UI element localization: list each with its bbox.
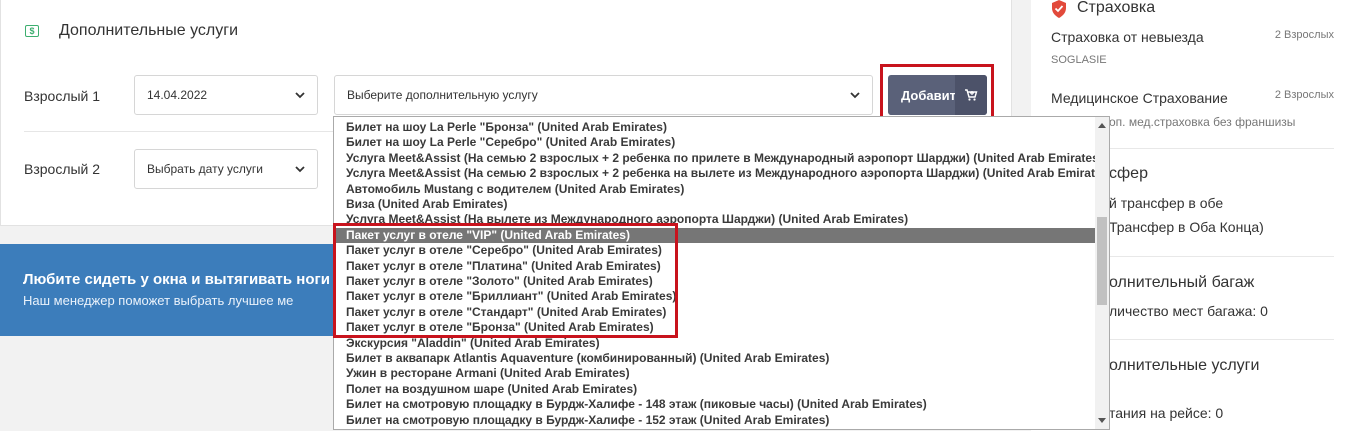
date-select-1[interactable]: 14.04.2022 [134, 75, 318, 115]
service-dropdown-list[interactable]: Билет на шоу La Perle "Бронза" (United A… [333, 116, 1110, 430]
scroll-down-arrow-icon[interactable] [1098, 418, 1106, 423]
insurance-item-1-sub: SOGLASIE [1051, 54, 1107, 66]
shield-check-icon [1052, 0, 1066, 18]
dropdown-option[interactable]: Пакет услуг в отеле "Серебро" (United Ar… [334, 243, 1095, 259]
scroll-up-arrow-icon[interactable] [1098, 123, 1106, 128]
transfer-title: сфер [1109, 165, 1148, 182]
dropdown-option[interactable]: Пакет услуг в отеле "VIP" (United Arab E… [334, 227, 1095, 244]
dropdown-option[interactable]: Билет на смотровую площадку в Бурдж-Хали… [334, 413, 1095, 429]
insurance-title: Страховка [1077, 0, 1156, 16]
cart-icon [955, 75, 987, 115]
add-button-label: Добавить [901, 87, 964, 103]
service-select-1[interactable]: Выберите дополнительную услугу [334, 75, 873, 115]
date-select-2[interactable]: Выбрать дату услуги [134, 149, 318, 189]
card-header: $ Дополнительные услуги [25, 22, 238, 40]
dropdown-option[interactable]: Пакет услуг в отеле "Золото" (United Ara… [334, 274, 1095, 290]
dropdown-option[interactable]: Услуга Meet&Assist (На семью 2 взрослых … [334, 151, 1103, 167]
dropdown-option[interactable]: Ужин в ресторане Armani (United Arab Emi… [334, 366, 1095, 382]
insurance-item-2-sub: оп. мед.страховка без франшизы [1109, 115, 1296, 129]
chevron-down-icon [295, 166, 305, 173]
dollar-icon: $ [25, 25, 39, 37]
dropdown-scrollbar[interactable] [1095, 117, 1109, 429]
dropdown-option[interactable]: Пакет услуг в отеле "Стандарт" (United A… [334, 305, 1095, 321]
dropdown-option[interactable]: Билет на смотровую площадку в Бурдж-Хали… [334, 397, 1095, 413]
transfer-line-2: Трансфер в Оба Конца) [1109, 219, 1264, 235]
passenger-label-2: Взрослый 2 [24, 161, 101, 177]
card-title: Дополнительные услуги [59, 22, 239, 39]
dropdown-option[interactable]: Экскурсия "Aladdin" (United Arab Emirate… [334, 336, 1095, 352]
baggage-line: личество мест багажа: 0 [1109, 303, 1268, 319]
extra-services-title: олнительные услуги [1109, 357, 1260, 374]
date-value-1: 14.04.2022 [147, 88, 208, 102]
dropdown-option[interactable]: Билет на шоу La Perle "Серебро" (United … [334, 135, 1095, 151]
chevron-down-icon [850, 92, 860, 99]
dropdown-option[interactable]: Пакет услуг в отеле "Бриллиант" (United … [334, 289, 1095, 305]
baggage-title: олнительный багаж [1109, 274, 1255, 291]
dropdown-option[interactable]: Билет в аквапарк Atlantis Aquaventure (к… [334, 351, 1095, 367]
insurance-item-1-count: 2 Взрослых [1274, 29, 1334, 41]
date-value-2: Выбрать дату услуги [147, 162, 263, 176]
seat-promo-banner: Любите сидеть у окна и вытягивать ноги в… [0, 244, 343, 336]
scrollbar-thumb[interactable] [1097, 217, 1107, 305]
dropdown-option[interactable]: Билет на шоу La Perle "Бронза" (United A… [334, 120, 1095, 136]
add-button[interactable]: Добавить [888, 75, 987, 115]
insurance-item-1-name: Страховка от невыезда [1051, 29, 1204, 45]
insurance-item-2-name: Медицинское Страхование [1051, 90, 1228, 106]
extra-services-line: тания на рейсе: 0 [1109, 405, 1224, 421]
dropdown-option[interactable]: Виза (United Arab Emirates) [334, 197, 1095, 213]
dropdown-option[interactable]: Автомобиль Mustang с водителем (United A… [334, 182, 1095, 198]
dropdown-option[interactable]: Услуга Meet&Assist (На вылете из Междуна… [334, 212, 1095, 228]
chevron-down-icon [295, 92, 305, 99]
dropdown-option[interactable]: Полет на воздушном шаре (United Arab Emi… [334, 382, 1095, 398]
banner-title: Любите сидеть у окна и вытягивать ноги в [23, 271, 344, 288]
transfer-line-1: й трансфер в обе [1109, 195, 1224, 211]
dropdown-option[interactable]: Пакет услуг в отеле "Бронза" (United Ara… [334, 320, 1095, 336]
insurance-item-2-count: 2 Взрослых [1274, 89, 1334, 101]
dropdown-option[interactable]: Услуга Meet&Assist (На семью 2 взрослых … [334, 166, 1109, 182]
dropdown-option[interactable]: Пакет услуг в отеле "Платина" (United Ar… [334, 259, 1095, 275]
service-value-1: Выберите дополнительную услугу [347, 88, 538, 102]
passenger-label-1: Взрослый 1 [24, 88, 101, 104]
banner-subtitle: Наш менеджер поможет выбрать лучшее ме [23, 293, 294, 308]
